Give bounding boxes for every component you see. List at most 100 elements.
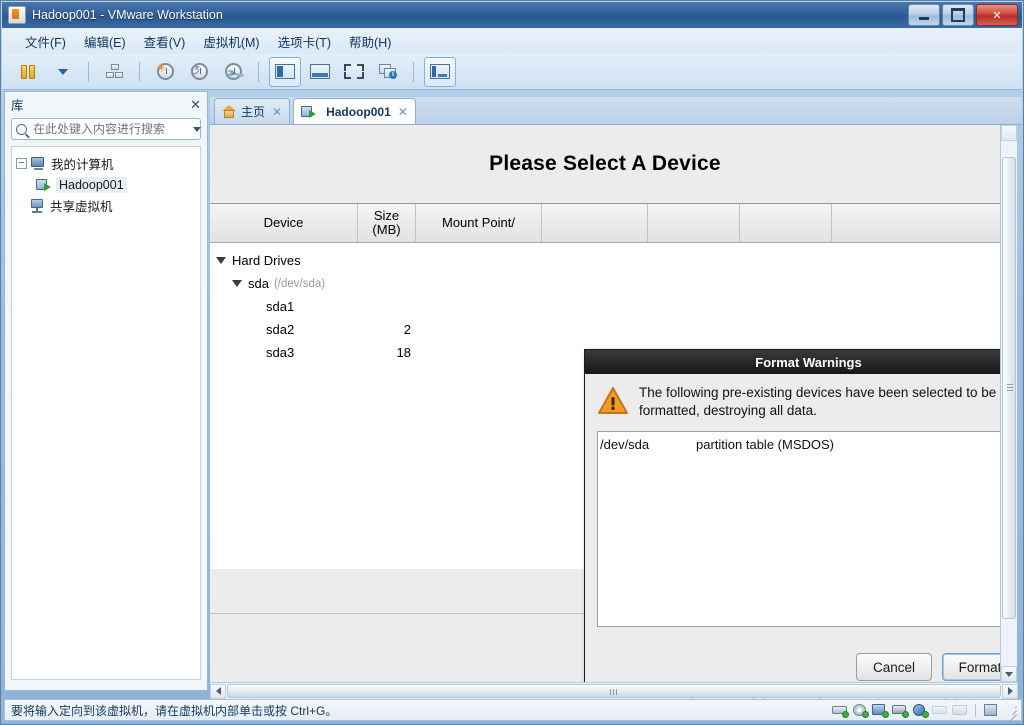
column-header-size[interactable]: Size (MB) <box>358 204 416 242</box>
camera-status-icon[interactable] <box>952 703 968 717</box>
device-name: Hard Drives <box>232 253 301 268</box>
home-icon <box>222 105 236 118</box>
power-dropdown[interactable] <box>48 58 78 86</box>
manage-snapshots-button[interactable] <box>99 58 129 86</box>
library-panel-icon <box>275 64 295 79</box>
device-size: 2 <box>403 322 411 337</box>
window-title: Hadoop001 - VMware Workstation <box>32 8 223 22</box>
vmware-workstation-window: Hadoop001 - VMware Workstation ✕ 文件(F) 编… <box>0 0 1024 725</box>
floppy-status-icon[interactable] <box>983 703 999 717</box>
chevron-down-icon[interactable] <box>193 126 201 132</box>
revert-snapshot-button[interactable]: ↺ <box>184 58 214 86</box>
chevron-left-icon <box>215 687 221 695</box>
status-bar: 要将输入定向到该虚拟机，请在虚拟机内部单击或按 Ctrl+G。 <box>4 699 1022 723</box>
library-panel: 库 ✕ − 我的计算机 Hadoop001 共享虚拟机 <box>4 91 208 691</box>
menu-tabs[interactable]: 选项卡(T) <box>269 29 340 54</box>
power-button[interactable] <box>14 58 44 86</box>
unity-mode-button[interactable]: i <box>373 58 403 86</box>
menu-help[interactable]: 帮助(H) <box>340 29 400 54</box>
take-snapshot-button[interactable]: ✳ <box>150 58 180 86</box>
close-icon[interactable]: ✕ <box>398 105 408 119</box>
horizontal-scrollbar[interactable] <box>210 682 1018 699</box>
tree-item-hadoop001[interactable]: Hadoop001 <box>16 174 196 195</box>
menu-view[interactable]: 查看(V) <box>135 29 195 54</box>
vertical-scrollbar[interactable] <box>1000 125 1017 682</box>
table-row[interactable]: sda (/dev/sda) <box>210 272 1000 295</box>
menu-vm[interactable]: 虚拟机(M) <box>194 29 268 54</box>
vertical-scroll-thumb[interactable] <box>1002 157 1016 619</box>
tab-strip: 主页 ✕ Hadoop001 ✕ <box>210 97 1022 125</box>
device-detail: partition table (MSDOS) <box>696 436 834 452</box>
collapse-icon[interactable]: − <box>16 158 27 169</box>
library-search[interactable] <box>11 118 201 140</box>
device-name: sda3 <box>266 345 295 360</box>
cancel-button[interactable]: Cancel <box>856 653 932 681</box>
minimize-button[interactable] <box>908 4 940 26</box>
library-tree: − 我的计算机 Hadoop001 共享虚拟机 <box>11 146 201 680</box>
console-view-button[interactable] <box>424 56 456 87</box>
expander-icon[interactable] <box>216 257 226 264</box>
device-status-icons <box>832 703 1021 723</box>
status-separator <box>975 703 976 717</box>
scroll-right-button[interactable] <box>1002 683 1018 699</box>
column-header-3[interactable] <box>542 204 648 242</box>
column-header-size-unit: (MB) <box>372 222 401 237</box>
menu-edit[interactable]: 编辑(E) <box>75 29 135 54</box>
table-header-row: Device Size (MB) Mount Point/ <box>210 204 1000 243</box>
device-name: sda2 <box>266 322 295 337</box>
close-icon[interactable]: ✕ <box>190 98 201 111</box>
table-row[interactable]: sda2 2 <box>210 318 1000 341</box>
tab-hadoop001[interactable]: Hadoop001 ✕ <box>293 98 416 124</box>
network-status-icon[interactable] <box>872 703 889 718</box>
search-input[interactable] <box>31 121 190 137</box>
unity-icon: i <box>379 64 397 79</box>
search-icon <box>16 123 27 135</box>
snapshot-add-icon: ✳ <box>156 62 174 80</box>
table-row[interactable]: sda1 <box>210 295 1000 318</box>
chevron-right-icon <box>1007 687 1013 695</box>
column-header-6[interactable] <box>832 204 1000 242</box>
column-header-device[interactable]: Device <box>210 204 358 242</box>
column-header-5[interactable] <box>740 204 832 242</box>
library-title: 库 <box>11 98 24 113</box>
grip-icon <box>1007 384 1013 392</box>
maximize-button[interactable] <box>942 4 974 26</box>
sound-status-icon[interactable] <box>912 703 929 718</box>
column-header-mount-point[interactable]: Mount Point/ <box>416 204 542 242</box>
status-message: 要将输入定向到该虚拟机，请在虚拟机内部单击或按 Ctrl+G。 <box>11 703 338 718</box>
close-button[interactable]: ✕ <box>976 4 1018 26</box>
expander-icon[interactable] <box>232 280 242 287</box>
tree-item-my-computer[interactable]: − 我的计算机 <box>16 153 196 174</box>
column-header-4[interactable] <box>648 204 740 242</box>
keyboard-status-icon[interactable] <box>932 703 948 717</box>
toolbar-separator <box>139 61 140 82</box>
printer-status-icon[interactable] <box>892 703 909 718</box>
resize-grip[interactable] <box>1005 704 1017 723</box>
enter-fullscreen-button[interactable] <box>339 58 369 86</box>
scroll-left-button[interactable] <box>210 683 226 699</box>
show-thumbnail-bar-button[interactable] <box>305 58 335 86</box>
format-button[interactable]: Format <box>942 653 1000 681</box>
scroll-down-button[interactable] <box>1001 666 1017 682</box>
show-library-button[interactable] <box>269 56 301 87</box>
dialog-title: Format Warnings <box>585 350 1000 374</box>
snapshot-manager-button[interactable]: 🔧 <box>218 58 248 86</box>
tab-label: Hadoop001 <box>326 104 391 119</box>
device-path: (/dev/sda) <box>273 277 326 290</box>
hard-disk-status-icon[interactable] <box>832 703 849 718</box>
table-row[interactable]: Hard Drives <box>210 249 1000 272</box>
window-controls: ✕ <box>908 4 1018 26</box>
chevron-down-icon <box>1005 671 1013 677</box>
affected-devices-list[interactable]: /dev/sda partition table (MSDOS) <box>597 431 1000 628</box>
menu-file[interactable]: 文件(F) <box>16 29 75 54</box>
cd-dvd-status-icon[interactable] <box>852 703 869 718</box>
vm-console[interactable]: Please Select A Device Device Size (MB) M… <box>210 125 1000 682</box>
close-icon[interactable]: ✕ <box>272 105 282 119</box>
scroll-up-button[interactable] <box>1001 125 1017 141</box>
toolbar-separator <box>413 61 414 82</box>
horizontal-scroll-thumb[interactable] <box>227 684 1001 698</box>
toolbar-separator <box>258 61 259 82</box>
dialog-body: The following pre-existing devices have … <box>585 374 1000 628</box>
tab-home[interactable]: 主页 ✕ <box>214 98 291 124</box>
tree-item-shared-vms[interactable]: 共享虚拟机 <box>16 195 196 216</box>
